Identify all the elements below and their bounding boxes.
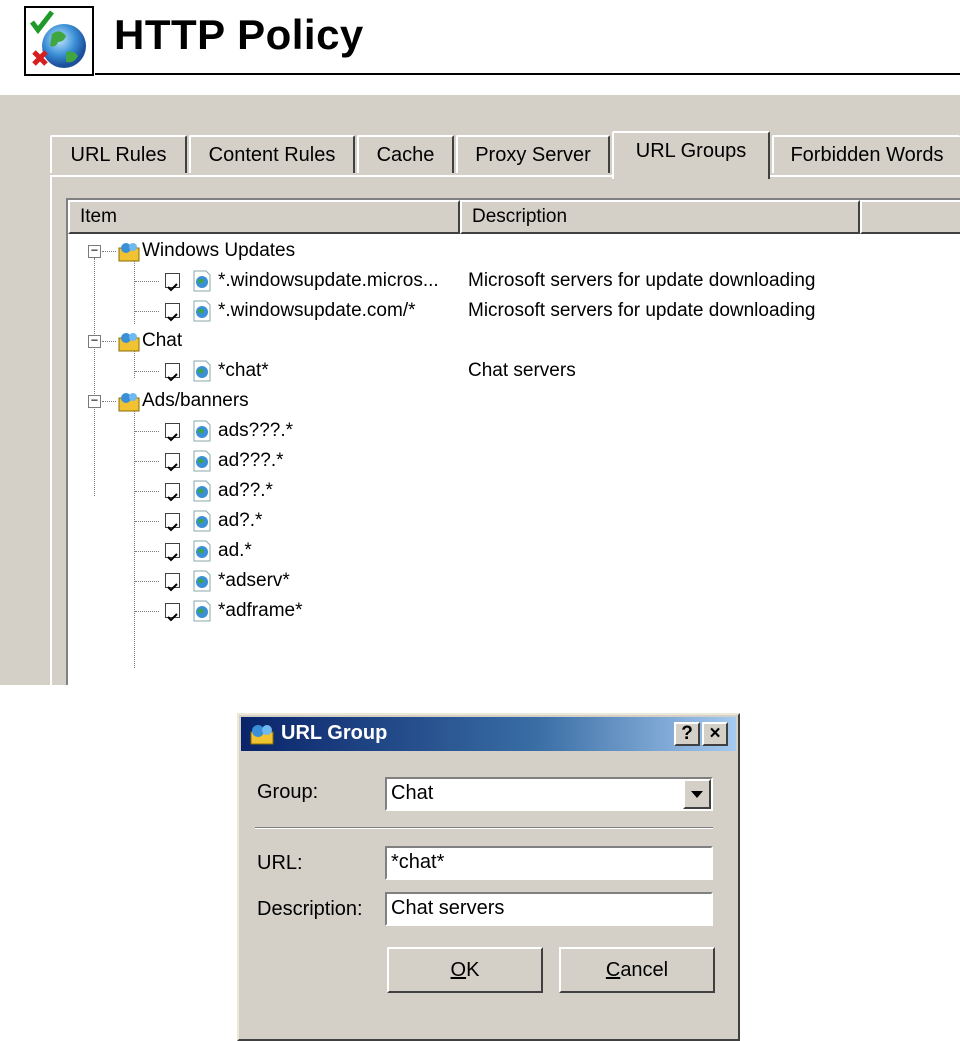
tab-body-left-border bbox=[50, 175, 52, 685]
item-url: ad??.* bbox=[218, 480, 273, 501]
list-header: Item Description bbox=[68, 200, 960, 234]
tab-forbidden-words[interactable]: Forbidden Words bbox=[772, 135, 960, 173]
url-globe-icon bbox=[193, 450, 211, 472]
group-selected-value: Chat bbox=[391, 782, 434, 804]
item-url: *adserv* bbox=[218, 570, 290, 591]
tab-cache[interactable]: Cache bbox=[357, 135, 454, 173]
item-url: *.windowsupdate.com/* bbox=[218, 300, 416, 321]
url-globe-icon bbox=[193, 600, 211, 622]
item-url: ads???.* bbox=[218, 420, 294, 441]
url-globe-icon bbox=[193, 270, 211, 292]
url-group-icon bbox=[118, 243, 140, 262]
list-item[interactable]: ad??.* bbox=[68, 476, 960, 506]
dialog-titlebar[interactable]: URL Group ? × bbox=[241, 717, 736, 751]
list-item[interactable]: *adserv* bbox=[68, 566, 960, 596]
url-groups-list[interactable]: Item Description − Windows Updates *.win… bbox=[66, 198, 960, 685]
list-item[interactable]: ads???.* bbox=[68, 416, 960, 446]
url-globe-icon bbox=[193, 420, 211, 442]
collapse-icon[interactable]: − bbox=[88, 334, 101, 348]
description-label: Description: bbox=[257, 898, 363, 920]
policy-globe-icon bbox=[24, 6, 94, 76]
tab-content-rules[interactable]: Content Rules bbox=[189, 135, 355, 173]
group-label: Group: bbox=[257, 781, 319, 803]
collapse-icon[interactable]: − bbox=[88, 394, 101, 408]
url-group-icon bbox=[250, 725, 274, 745]
list-item[interactable]: ad?.* bbox=[68, 506, 960, 536]
dialog-title: URL Group bbox=[281, 722, 388, 744]
item-checkbox[interactable] bbox=[165, 573, 180, 592]
help-button[interactable]: ? bbox=[674, 722, 700, 746]
item-checkbox[interactable] bbox=[165, 303, 180, 322]
url-globe-icon bbox=[193, 510, 211, 532]
column-header-item[interactable]: Item bbox=[68, 200, 460, 234]
item-checkbox[interactable] bbox=[165, 453, 180, 472]
url-group-icon bbox=[118, 393, 140, 412]
item-url: ad.* bbox=[218, 540, 252, 561]
group-label: Windows Updates bbox=[142, 240, 296, 261]
group-label: Ads/banners bbox=[142, 390, 249, 411]
tab-body-border bbox=[50, 175, 960, 177]
cancel-button[interactable]: Cancel bbox=[559, 947, 715, 993]
url-globe-icon bbox=[193, 480, 211, 502]
item-description: Chat servers bbox=[468, 360, 576, 381]
ok-button-label: OK bbox=[450, 959, 480, 981]
url-globe-icon bbox=[193, 570, 211, 592]
item-url: *.windowsupdate.micros... bbox=[218, 270, 439, 291]
url-label: URL: bbox=[257, 852, 303, 874]
group-row-ads-banners[interactable]: − Ads/banners bbox=[68, 386, 960, 416]
url-globe-icon bbox=[193, 360, 211, 382]
list-item[interactable]: ad???.* bbox=[68, 446, 960, 476]
tab-strip: URL Rules Content Rules Cache Proxy Serv… bbox=[50, 131, 960, 179]
list-item[interactable]: *.windowsupdate.com/* Microsoft servers … bbox=[68, 296, 960, 326]
group-dropdown[interactable]: Chat bbox=[385, 777, 713, 811]
item-checkbox[interactable] bbox=[165, 363, 180, 382]
collapse-icon[interactable]: − bbox=[88, 244, 101, 258]
url-group-dialog: URL Group ? × Group: Chat URL: *chat* De… bbox=[237, 713, 740, 1041]
chevron-down-icon[interactable] bbox=[683, 779, 711, 809]
url-globe-icon bbox=[193, 540, 211, 562]
item-checkbox[interactable] bbox=[165, 543, 180, 562]
list-item[interactable]: *adframe* bbox=[68, 596, 960, 626]
item-checkbox[interactable] bbox=[165, 273, 180, 292]
item-url: ad???.* bbox=[218, 450, 284, 471]
item-url: *adframe* bbox=[218, 600, 303, 621]
item-checkbox[interactable] bbox=[165, 423, 180, 442]
item-checkbox[interactable] bbox=[165, 513, 180, 532]
tab-url-rules[interactable]: URL Rules bbox=[50, 135, 187, 173]
item-description: Microsoft servers for update downloading bbox=[468, 300, 816, 321]
group-row-windows-updates[interactable]: − Windows Updates bbox=[68, 236, 960, 266]
list-item[interactable]: *.windowsupdate.micros... Microsoft serv… bbox=[68, 266, 960, 296]
group-label: Chat bbox=[142, 330, 183, 351]
close-button[interactable]: × bbox=[702, 722, 728, 746]
item-checkbox[interactable] bbox=[165, 603, 180, 622]
column-header-extra[interactable] bbox=[860, 200, 960, 234]
column-header-description[interactable]: Description bbox=[460, 200, 860, 234]
list-item[interactable]: *chat* Chat servers bbox=[68, 356, 960, 386]
header-divider bbox=[95, 73, 960, 75]
ok-button[interactable]: OK bbox=[387, 947, 543, 993]
url-field[interactable]: *chat* bbox=[385, 846, 713, 880]
item-checkbox[interactable] bbox=[165, 483, 180, 502]
url-group-icon bbox=[118, 333, 140, 352]
page-title: HTTP Policy bbox=[114, 11, 364, 58]
item-url: ad?.* bbox=[218, 510, 263, 531]
item-description: Microsoft servers for update downloading bbox=[468, 270, 816, 291]
cancel-button-label: Cancel bbox=[605, 959, 669, 981]
tab-proxy-server[interactable]: Proxy Server bbox=[456, 135, 610, 173]
tab-url-groups[interactable]: URL Groups bbox=[612, 131, 770, 179]
list-item[interactable]: ad.* bbox=[68, 536, 960, 566]
group-row-chat[interactable]: − Chat bbox=[68, 326, 960, 356]
description-field[interactable]: Chat servers bbox=[385, 892, 713, 926]
url-globe-icon bbox=[193, 300, 211, 322]
item-url: *chat* bbox=[218, 360, 269, 381]
